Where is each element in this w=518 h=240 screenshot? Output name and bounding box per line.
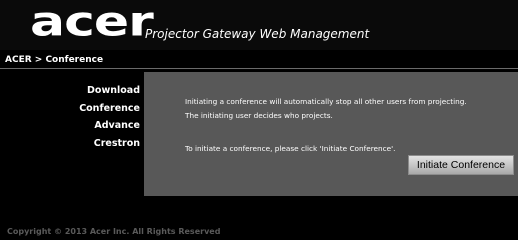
conference-panel: Initiating a conference will automatical…: [144, 72, 518, 196]
sidebar-item-advance[interactable]: Advance: [0, 117, 140, 135]
page: acer Projector Gateway Web Management AC…: [0, 0, 518, 240]
conference-instruction-text: To initiate a conference, please click '…: [185, 144, 396, 153]
conference-info-text-1: Initiating a conference will automatical…: [185, 97, 467, 106]
header: acer Projector Gateway Web Management: [0, 0, 518, 50]
sidebar: Download Conference Advance Crestron: [0, 82, 140, 152]
app-title: Projector Gateway Web Management: [145, 27, 370, 41]
sidebar-item-crestron[interactable]: Crestron: [0, 135, 140, 153]
sidebar-item-conference[interactable]: Conference: [0, 100, 140, 118]
breadcrumb: ACER > Conference: [5, 55, 104, 65]
breadcrumb-bar: ACER > Conference: [0, 53, 518, 69]
sidebar-item-download[interactable]: Download: [0, 82, 140, 100]
initiate-conference-button[interactable]: Initiate Conference: [408, 155, 514, 175]
acer-logo: acer: [30, 0, 154, 46]
conference-info-text-2: The initiating user decides who projects…: [185, 111, 333, 120]
copyright-footer: Copyright © 2013 Acer Inc. All Rights Re…: [7, 227, 221, 236]
